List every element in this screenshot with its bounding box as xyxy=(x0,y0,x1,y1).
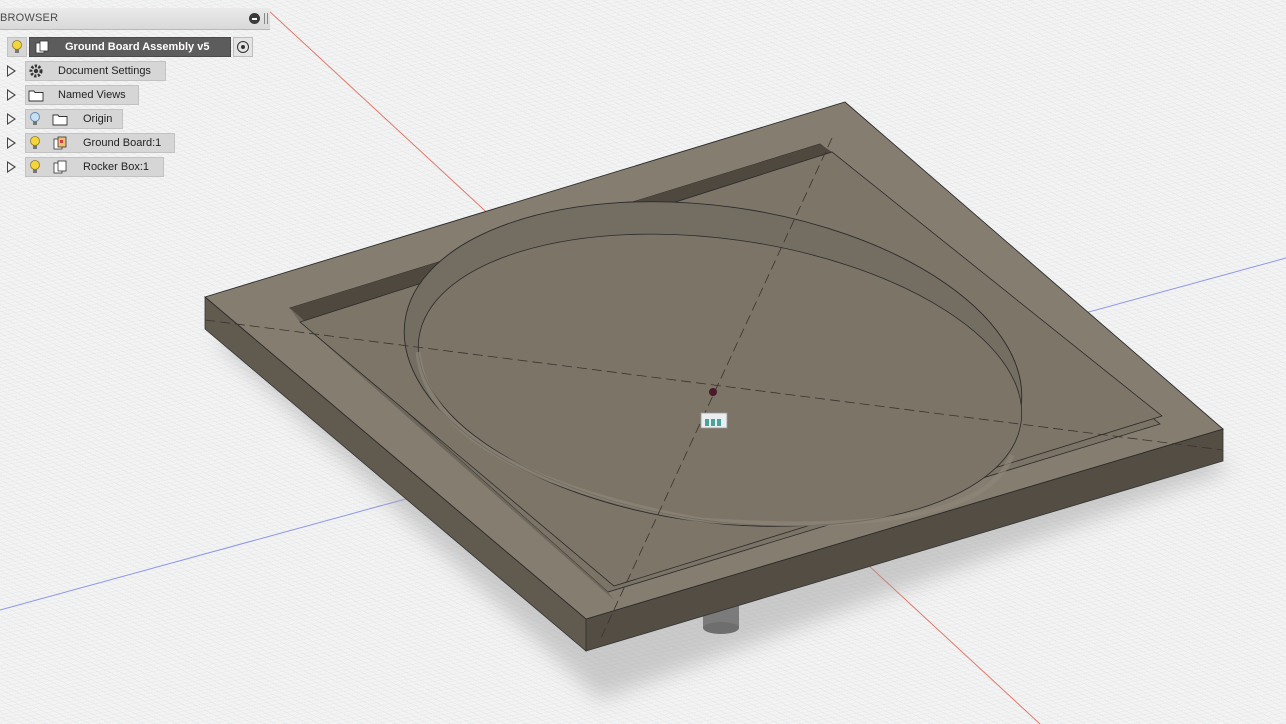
expand-arrow-icon[interactable] xyxy=(7,161,16,173)
lightbulb-hidden-icon[interactable] xyxy=(27,111,43,127)
browser-item-ground-board[interactable]: Ground Board:1 xyxy=(0,133,200,153)
browser-title: BROWSER xyxy=(0,12,59,24)
gear-icon xyxy=(29,64,43,78)
browser-item-named-views[interactable]: Named Views xyxy=(0,85,200,105)
expand-arrow-icon[interactable] xyxy=(7,89,16,101)
item-label: Rocker Box:1 xyxy=(83,161,150,173)
root-label: Ground Board Assembly v5 xyxy=(65,41,210,53)
browser-root-row[interactable]: Ground Board Assembly v5 xyxy=(0,37,260,57)
expand-arrow-icon[interactable] xyxy=(7,137,16,149)
collapse-icon[interactable] xyxy=(249,13,260,24)
browser-item-origin[interactable]: Origin xyxy=(0,109,200,129)
expand-arrow-icon[interactable] xyxy=(7,113,16,125)
lightbulb-visible-icon[interactable] xyxy=(27,135,43,151)
browser-header: BROWSER xyxy=(0,8,270,30)
item-label: Origin xyxy=(83,113,113,125)
browser-item-rocker-box[interactable]: Rocker Box:1 xyxy=(0,157,200,177)
component-icon xyxy=(53,160,67,174)
panel-grip-icon[interactable] xyxy=(264,13,268,24)
browser-item-document-settings[interactable]: Document Settings xyxy=(0,61,200,81)
component-icon xyxy=(53,136,67,150)
item-label: Named Views xyxy=(58,89,126,101)
assembly-icon xyxy=(35,40,49,54)
item-label: Ground Board:1 xyxy=(83,137,162,149)
lightbulb-visible-icon[interactable] xyxy=(9,39,25,55)
joint-icon[interactable] xyxy=(700,412,728,429)
expand-arrow-icon[interactable] xyxy=(7,65,16,77)
item-label: Document Settings xyxy=(58,65,151,77)
folder-icon xyxy=(28,90,44,102)
folder-icon xyxy=(52,114,68,126)
activate-radio-icon[interactable] xyxy=(233,37,253,57)
lightbulb-visible-icon[interactable] xyxy=(27,159,43,175)
